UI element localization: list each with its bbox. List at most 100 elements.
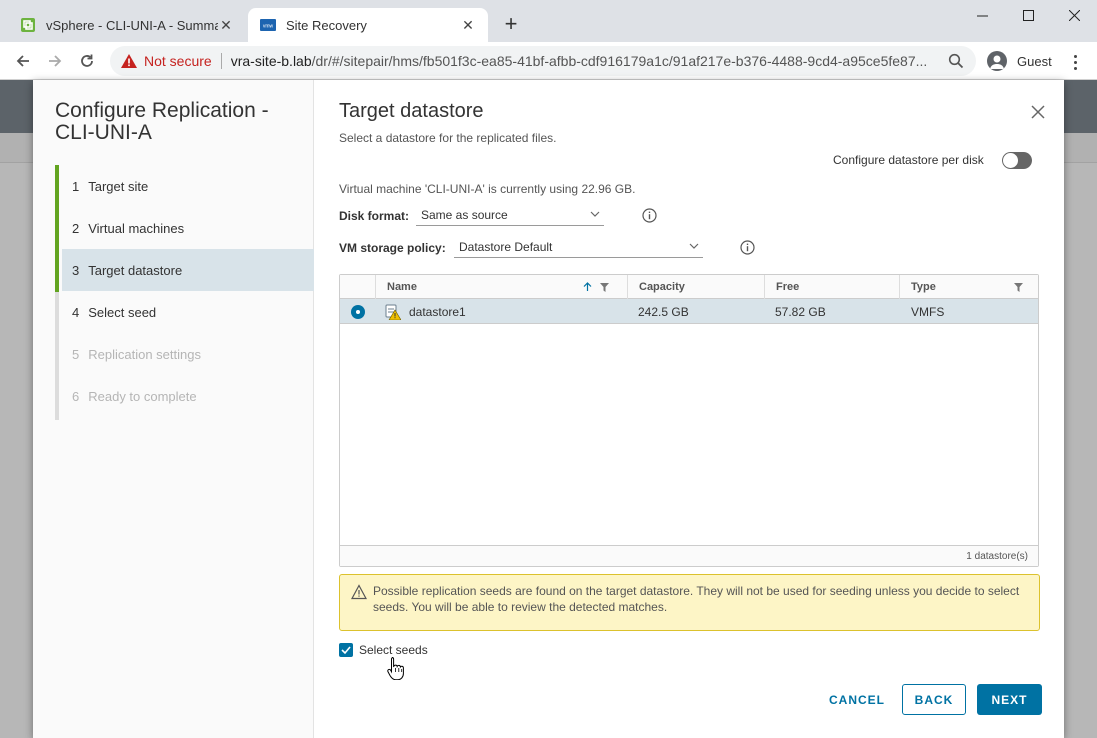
column-header-type[interactable]: Type (899, 275, 1038, 299)
browser-toolbar: Not secure vra-site-b.lab/dr/#/sitepair/… (0, 42, 1097, 80)
cell-capacity: 242.5 GB (638, 304, 689, 319)
step-replication-settings: 5 Replication settings (55, 333, 314, 375)
browser-menu-icon[interactable] (1066, 51, 1084, 73)
back-arrow-icon[interactable] (12, 50, 34, 72)
disk-format-select[interactable]: Same as source (416, 204, 604, 226)
step-number: 3 (72, 262, 80, 278)
column-label: Free (776, 281, 800, 293)
chevron-down-icon (689, 243, 699, 249)
select-seeds-label[interactable]: Select seeds (359, 643, 428, 657)
close-dialog-icon[interactable] (1030, 104, 1046, 120)
grid-header: Name Capacity Free Type (340, 275, 1038, 299)
maximize-icon[interactable] (1005, 0, 1051, 30)
page-subtitle: Select a datastore for the replicated fi… (339, 131, 557, 145)
tab-title: vSphere - CLI-UNI-A - Summary (46, 17, 218, 33)
storage-policy-value: Datastore Default (459, 239, 553, 254)
filter-icon[interactable] (1014, 283, 1023, 292)
forward-arrow-icon[interactable] (44, 50, 66, 72)
datastore-per-disk-label: Configure datastore per disk (833, 153, 984, 167)
warning-triangle-icon[interactable] (120, 54, 138, 68)
reload-icon[interactable] (76, 50, 98, 72)
new-tab-button[interactable]: + (500, 13, 522, 36)
table-row[interactable]: datastore1 242.5 GB 57.82 GB VMFS (340, 299, 1038, 324)
info-icon[interactable] (740, 240, 755, 255)
step-number: 2 (72, 220, 80, 236)
profile-label: Guest (1017, 53, 1052, 69)
step-label: Target site (88, 178, 149, 194)
wizard-content: Target datastore Select a datastore for … (315, 80, 1064, 738)
url-host: vra-site-b.lab (230, 53, 312, 69)
column-header-name[interactable]: Name (375, 275, 627, 299)
column-label: Name (387, 281, 417, 293)
wizard-steps: 1 Target site 2 Virtual machines 3 Targe… (55, 165, 314, 420)
hand-cursor-icon (387, 657, 404, 680)
cell-free: 57.82 GB (775, 304, 826, 319)
window-controls (959, 0, 1097, 30)
step-target-site[interactable]: 1 Target site (55, 165, 314, 207)
datastore-count: 1 datastore(s) (966, 551, 1028, 562)
profile-button[interactable]: Guest (983, 47, 1057, 75)
column-label: Type (911, 281, 936, 293)
browser-tabstrip: vSphere - CLI-UNI-A - Summary ✕ vmw Site… (0, 0, 1097, 42)
step-virtual-machines[interactable]: 2 Virtual machines (55, 207, 314, 249)
tab-title: Site Recovery (286, 17, 367, 33)
grid-footer: 1 datastore(s) (340, 545, 1038, 566)
cell-name: datastore1 (409, 304, 466, 319)
next-button[interactable]: NEXT (977, 684, 1042, 715)
step-number: 4 (72, 304, 80, 320)
step-number: 6 (72, 388, 80, 404)
step-number: 5 (72, 346, 80, 362)
wizard-title: Configure Replication - CLI-UNI-A (55, 99, 269, 144)
step-label: Virtual machines (88, 220, 185, 236)
page-title: Target datastore (339, 100, 484, 122)
warning-icon (351, 584, 367, 600)
step-number: 1 (72, 178, 80, 194)
vmware-favicon-icon: vmw (260, 17, 276, 33)
storage-policy-select[interactable]: Datastore Default (454, 236, 703, 258)
vm-usage-info: Virtual machine 'CLI-UNI-A' is currently… (339, 182, 636, 196)
vsphere-favicon-icon (20, 17, 36, 33)
zoom-icon[interactable] (948, 53, 964, 72)
step-label: Target datastore (88, 262, 183, 278)
seed-warning-alert: Possible replication seeds are found on … (339, 574, 1040, 631)
select-column-header (340, 275, 375, 299)
url-path: /dr/#/sitepair/hms/fb501f3c-ea85-41bf-af… (311, 53, 928, 69)
minimize-icon[interactable] (959, 0, 1005, 30)
filter-icon[interactable] (600, 283, 609, 292)
guest-avatar-icon (987, 51, 1007, 71)
back-button[interactable]: BACK (902, 684, 966, 715)
datastore-warning-icon (385, 299, 401, 324)
step-target-datastore[interactable]: 3 Target datastore (62, 249, 314, 291)
step-label: Replication settings (88, 346, 201, 362)
toggle-knob (1003, 153, 1018, 168)
close-tab-icon[interactable]: ✕ (218, 17, 234, 33)
close-window-icon[interactable] (1051, 0, 1097, 30)
not-secure-label[interactable]: Not secure (144, 53, 212, 69)
info-icon[interactable] (642, 208, 657, 223)
address-bar[interactable]: Not secure vra-site-b.lab/dr/#/sitepair/… (110, 46, 976, 76)
step-label: Ready to complete (88, 388, 197, 404)
wizard-step-nav: Configure Replication - CLI-UNI-A 1 Targ… (33, 80, 314, 738)
datastore-grid: Name Capacity Free Type datastore1 242.5… (339, 274, 1039, 567)
column-header-capacity[interactable]: Capacity (627, 275, 764, 299)
tab-vsphere-summary[interactable]: vSphere - CLI-UNI-A - Summary ✕ (8, 8, 246, 42)
cancel-button[interactable]: CANCEL (825, 684, 889, 715)
storage-policy-label: VM storage policy: (339, 241, 446, 255)
checkmark-icon (341, 646, 351, 655)
datastore-per-disk-toggle[interactable] (1002, 152, 1032, 169)
chevron-down-icon (590, 211, 600, 217)
disk-format-label: Disk format: (339, 209, 410, 223)
step-ready-to-complete: 6 Ready to complete (55, 375, 314, 417)
tab-site-recovery[interactable]: vmw Site Recovery ✕ (248, 8, 488, 42)
column-header-free[interactable]: Free (764, 275, 899, 299)
column-label: Capacity (639, 281, 685, 293)
sort-ascending-icon[interactable] (583, 282, 592, 292)
row-select-radio[interactable] (351, 305, 365, 319)
close-tab-icon[interactable]: ✕ (460, 17, 476, 33)
select-seeds-checkbox[interactable] (339, 643, 353, 657)
configure-replication-dialog: Configure Replication - CLI-UNI-A 1 Targ… (33, 80, 1064, 738)
alert-text: Possible replication seeds are found on … (373, 584, 1020, 614)
cell-type: VMFS (911, 304, 945, 319)
url-text[interactable]: vra-site-b.lab/dr/#/sitepair/hms/fb501f3… (231, 53, 939, 69)
step-select-seed[interactable]: 4 Select seed (55, 291, 314, 333)
